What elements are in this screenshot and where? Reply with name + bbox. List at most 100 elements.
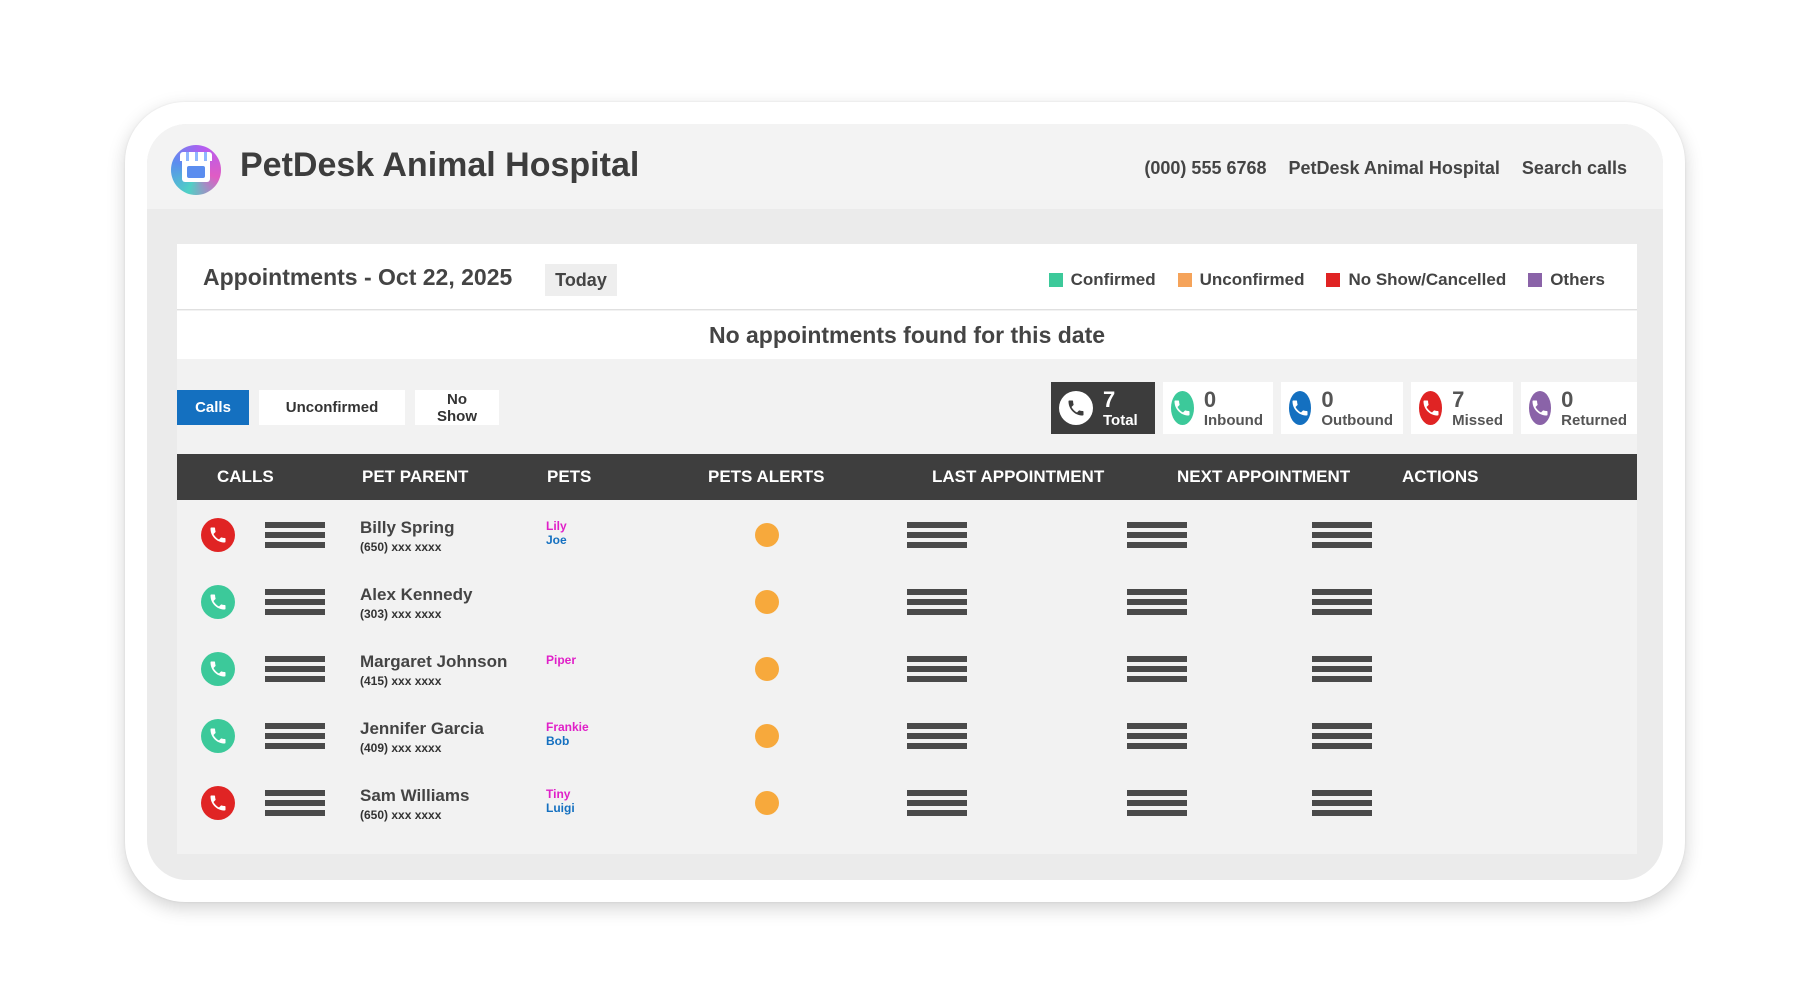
call-details-placeholder	[265, 790, 325, 816]
column-header-pets-alerts[interactable]: PETS ALERTS	[708, 454, 825, 500]
calls-table-body: Billy Spring (650) xxx xxxx Lily Joe Alex Ke…	[177, 500, 1637, 835]
phone-missed-icon[interactable]	[201, 786, 235, 820]
table-row[interactable]: Billy Spring (650) xxx xxxx Lily Joe	[177, 500, 1637, 567]
pet-parent-name[interactable]: Sam Williams	[360, 786, 469, 806]
column-header-calls[interactable]: CALLS	[217, 454, 274, 500]
stat-label: Total	[1103, 411, 1138, 429]
phone-inbound-icon[interactable]	[201, 719, 235, 753]
column-header-last-appointment[interactable]: LAST APPOINTMENT	[932, 454, 1104, 500]
appointments-title: Appointments - Oct 22, 2025	[203, 264, 513, 290]
column-header-next-appointment[interactable]: NEXT APPOINTMENT	[1177, 454, 1350, 500]
last-appointment-placeholder	[907, 723, 967, 749]
filter-no-show-button[interactable]: No Show	[415, 390, 499, 425]
legend-swatch	[1177, 273, 1192, 287]
pet-alert-indicator[interactable]	[755, 523, 779, 547]
pet-parent-name[interactable]: Jennifer Garcia	[360, 719, 484, 739]
stat-outbound[interactable]: 0 Outbound	[1281, 382, 1403, 434]
call-details-placeholder	[265, 522, 325, 548]
stat-returned[interactable]: 0 Returned	[1521, 382, 1637, 434]
column-header-pet-parent[interactable]: PET PARENT	[362, 454, 468, 500]
location-link[interactable]: PetDesk Animal Hospital	[1289, 158, 1500, 179]
call-filters: Calls Unconfirmed No Show	[177, 390, 499, 425]
phone-icon	[1059, 391, 1093, 425]
actions-menu-icon[interactable]	[1312, 790, 1372, 816]
pet-parent-name[interactable]: Margaret Johnson	[360, 652, 507, 672]
stat-total[interactable]: 7 Total	[1051, 382, 1155, 434]
pet-parent-phone: (409) xxx xxxx	[360, 741, 442, 755]
pet-name[interactable]: Tiny	[546, 787, 570, 801]
pet-name[interactable]: Lily	[546, 519, 567, 533]
empty-appointments-message: No appointments found for this date	[177, 311, 1637, 359]
today-button[interactable]: Today	[545, 264, 617, 296]
filter-calls-button[interactable]: Calls	[177, 390, 249, 425]
last-appointment-placeholder	[907, 589, 967, 615]
pet-parent-name[interactable]: Alex Kennedy	[360, 585, 472, 605]
main-panel: Appointments - Oct 22, 2025 Today Confir…	[177, 244, 1637, 854]
pet-parent-phone: (650) xxx xxxx	[360, 540, 442, 554]
table-row[interactable]: Alex Kennedy (303) xxx xxxx	[177, 567, 1637, 634]
column-header-actions[interactable]: ACTIONS	[1402, 454, 1479, 500]
phone-inbound-icon[interactable]	[201, 652, 235, 686]
pet-name[interactable]: Luigi	[546, 801, 575, 815]
phone-missed-icon[interactable]	[201, 518, 235, 552]
calls-table-header: CALLS PET PARENT PETS PETS ALERTS LAST APPOI…	[177, 454, 1637, 500]
phone-inbound-icon[interactable]	[201, 585, 235, 619]
app-screen: PetDesk Animal Hospital (000) 555 6768 P…	[147, 124, 1663, 880]
phone-outbound-icon	[1289, 391, 1312, 425]
search-calls-link[interactable]: Search calls	[1522, 158, 1627, 179]
legend-label: No Show/Cancelled	[1348, 270, 1507, 289]
top-bar: PetDesk Animal Hospital (000) 555 6768 P…	[147, 124, 1663, 209]
call-details-placeholder	[265, 589, 325, 615]
next-appointment-placeholder	[1127, 723, 1187, 749]
table-row[interactable]: Margaret Johnson (415) xxx xxxx Piper	[177, 634, 1637, 701]
stat-missed[interactable]: 7 Missed	[1411, 382, 1513, 434]
last-appointment-placeholder	[907, 656, 967, 682]
actions-menu-icon[interactable]	[1312, 723, 1372, 749]
call-stats: 7 Total 0 Inbound 0 Outbound 7 Missed 0 Returned	[1051, 382, 1637, 434]
pet-alert-indicator[interactable]	[755, 590, 779, 614]
pet-alert-indicator[interactable]	[755, 724, 779, 748]
pet-name[interactable]: Bob	[546, 734, 569, 748]
stat-label: Outbound	[1321, 411, 1393, 429]
legend-item: No Show/Cancelled	[1326, 270, 1506, 290]
legend-item: Unconfirmed	[1177, 270, 1305, 290]
pet-parent-phone: (303) xxx xxxx	[360, 607, 442, 621]
filter-unconfirmed-button[interactable]: Unconfirmed	[259, 390, 405, 425]
top-links: (000) 555 6768 PetDesk Animal Hospital S…	[1144, 158, 1627, 179]
phone-inbound-icon	[1171, 391, 1194, 425]
actions-menu-icon[interactable]	[1312, 522, 1372, 548]
call-details-placeholder	[265, 656, 325, 682]
legend-swatch	[1528, 273, 1543, 287]
phone-number-link[interactable]: (000) 555 6768	[1144, 158, 1266, 179]
legend-label: Unconfirmed	[1199, 270, 1305, 289]
table-row[interactable]: Jennifer Garcia (409) xxx xxxx Frankie Bob	[177, 701, 1637, 768]
table-row[interactable]: Sam Williams (650) xxx xxxx Tiny Luigi	[177, 768, 1637, 835]
next-appointment-placeholder	[1127, 790, 1187, 816]
phone-missed-icon	[1419, 391, 1443, 425]
stat-label: Missed	[1452, 411, 1503, 429]
next-appointment-placeholder	[1127, 589, 1187, 615]
pet-alert-indicator[interactable]	[755, 657, 779, 681]
actions-menu-icon[interactable]	[1312, 656, 1372, 682]
pet-name[interactable]: Joe	[546, 533, 567, 547]
pet-name[interactable]: Piper	[546, 653, 576, 667]
pet-parent-phone: (650) xxx xxxx	[360, 808, 442, 822]
stat-count: 0	[1321, 386, 1334, 412]
appointments-header: Appointments - Oct 22, 2025 Today Confir…	[177, 244, 1637, 310]
next-appointment-placeholder	[1127, 522, 1187, 548]
pet-name[interactable]: Frankie	[546, 720, 589, 734]
last-appointment-placeholder	[907, 522, 967, 548]
pet-alert-indicator[interactable]	[755, 791, 779, 815]
pet-parent-phone: (415) xxx xxxx	[360, 674, 442, 688]
phone-returned-icon	[1529, 391, 1552, 425]
stat-count: 0	[1203, 386, 1217, 412]
pet-parent-name[interactable]: Billy Spring	[360, 518, 454, 538]
column-header-pets[interactable]: PETS	[547, 454, 591, 500]
stat-label: Returned	[1561, 411, 1627, 429]
next-appointment-placeholder	[1127, 656, 1187, 682]
last-appointment-placeholder	[907, 790, 967, 816]
stat-label: Inbound	[1203, 411, 1263, 429]
actions-menu-icon[interactable]	[1312, 589, 1372, 615]
stat-count: 7	[1452, 386, 1465, 412]
stat-inbound[interactable]: 0 Inbound	[1163, 382, 1273, 434]
